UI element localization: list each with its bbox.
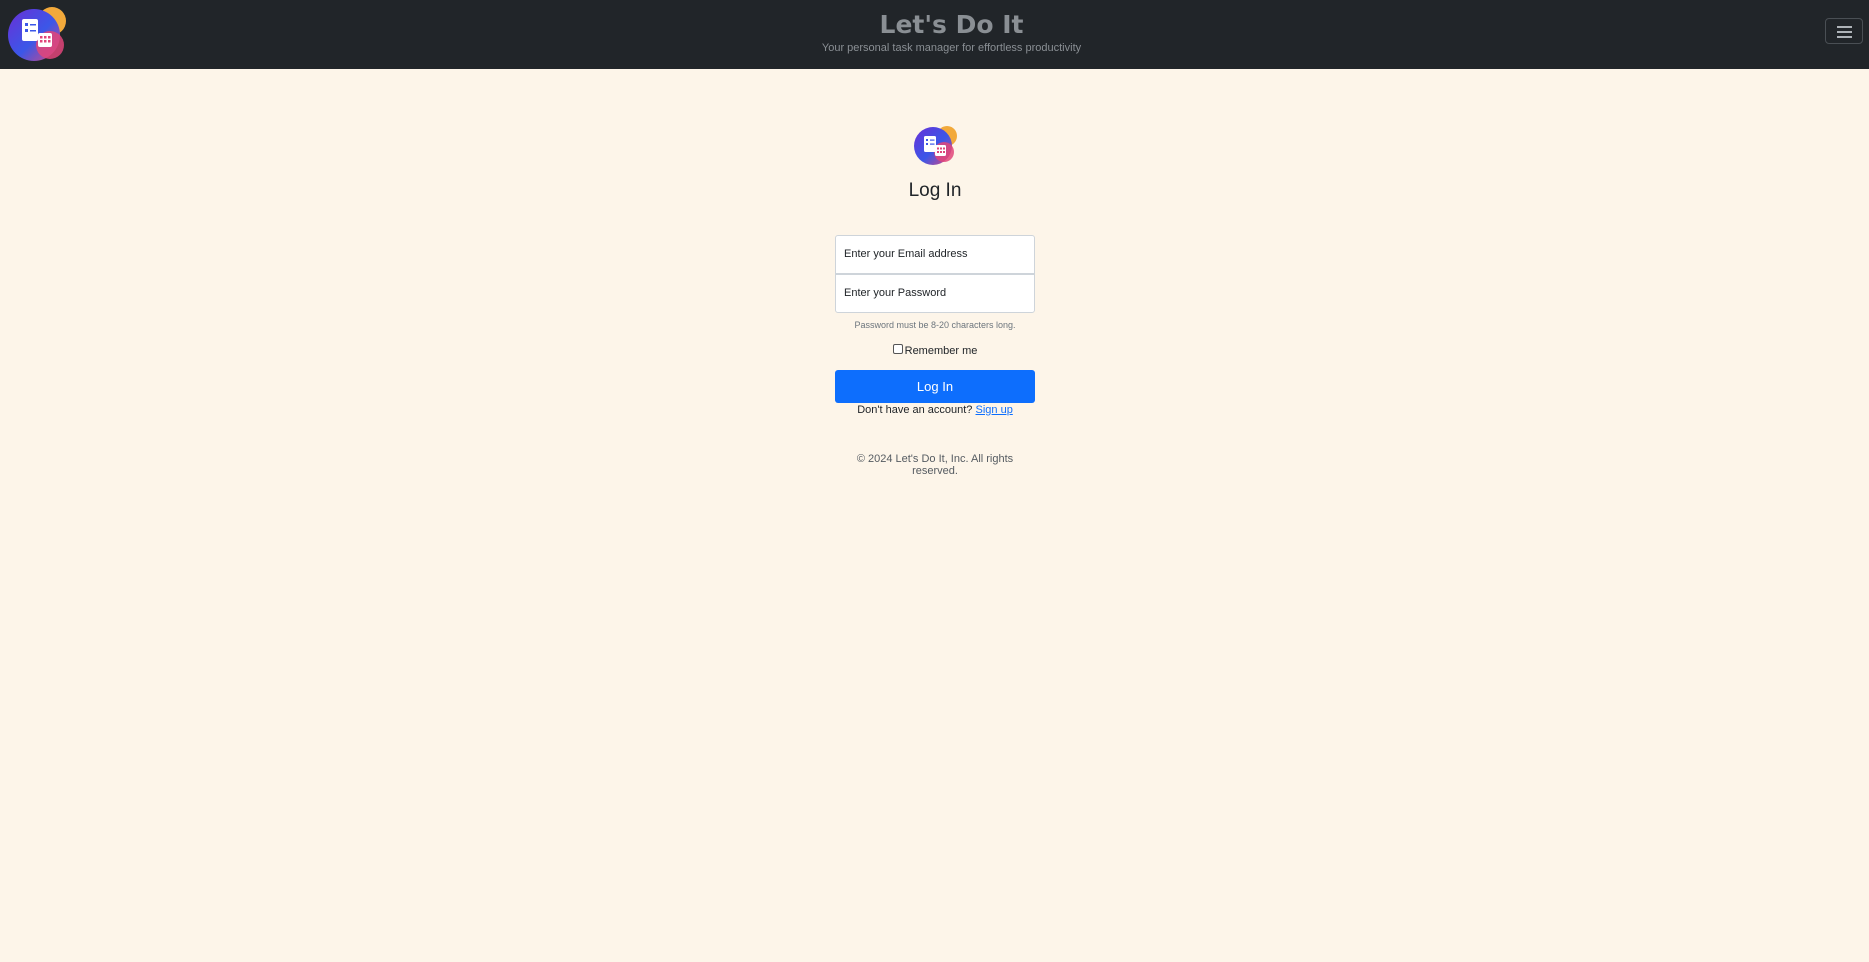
app-subtitle: Your personal task manager for effortles… bbox=[821, 42, 1082, 54]
hamburger-menu-icon[interactable] bbox=[1825, 18, 1863, 44]
remember-me-checkbox[interactable] bbox=[892, 344, 903, 355]
signup-link[interactable]: Sign up bbox=[976, 404, 1013, 416]
signup-row: Don't have an account? Sign up bbox=[835, 404, 1035, 416]
signup-prompt: Don't have an account? bbox=[857, 404, 973, 416]
login-button[interactable]: Log In bbox=[835, 370, 1035, 403]
password-field[interactable]: Enter your Password bbox=[835, 274, 1035, 313]
password-placeholder: Enter your Password bbox=[844, 287, 947, 299]
navbar: Let's Do It Your personal task manager f… bbox=[0, 0, 1869, 69]
app-logo bbox=[914, 126, 957, 165]
remember-me-label[interactable]: Remember me bbox=[905, 345, 978, 357]
email-placeholder: Enter your Email address bbox=[844, 248, 968, 260]
password-help-text: Password must be 8-20 characters long. bbox=[854, 320, 1016, 330]
copyright-text: © 2024 Let's Do It, Inc. All rights rese… bbox=[856, 453, 1014, 477]
remember-me-row: Remember me bbox=[835, 344, 1035, 357]
login-heading: Log In bbox=[908, 180, 962, 201]
email-field[interactable]: Enter your Email address bbox=[835, 235, 1035, 274]
app-title: Let's Do It bbox=[879, 10, 1024, 39]
